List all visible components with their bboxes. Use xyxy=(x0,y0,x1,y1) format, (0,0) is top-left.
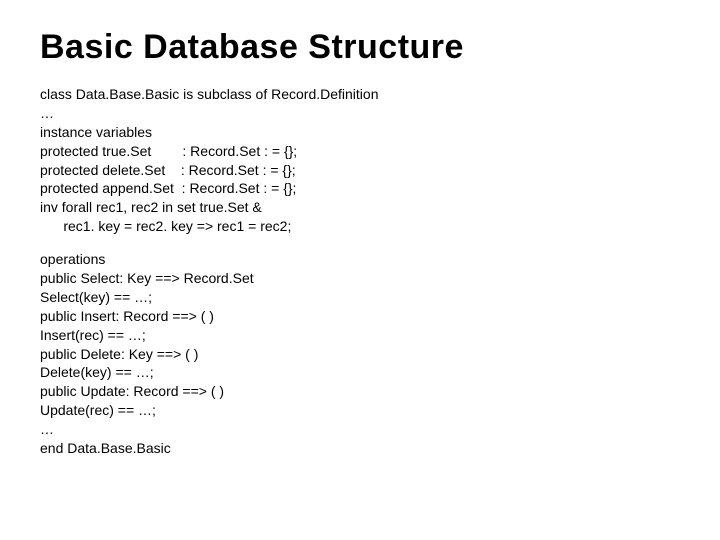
spacer xyxy=(40,236,680,250)
slide: Basic Database Structure class Data.Base… xyxy=(0,0,720,478)
code-block-operations: operations public Select: Key ==> Record… xyxy=(40,250,680,458)
slide-title: Basic Database Structure xyxy=(40,28,680,67)
code-block-instance-variables: class Data.Base.Basic is subclass of Rec… xyxy=(40,85,680,236)
